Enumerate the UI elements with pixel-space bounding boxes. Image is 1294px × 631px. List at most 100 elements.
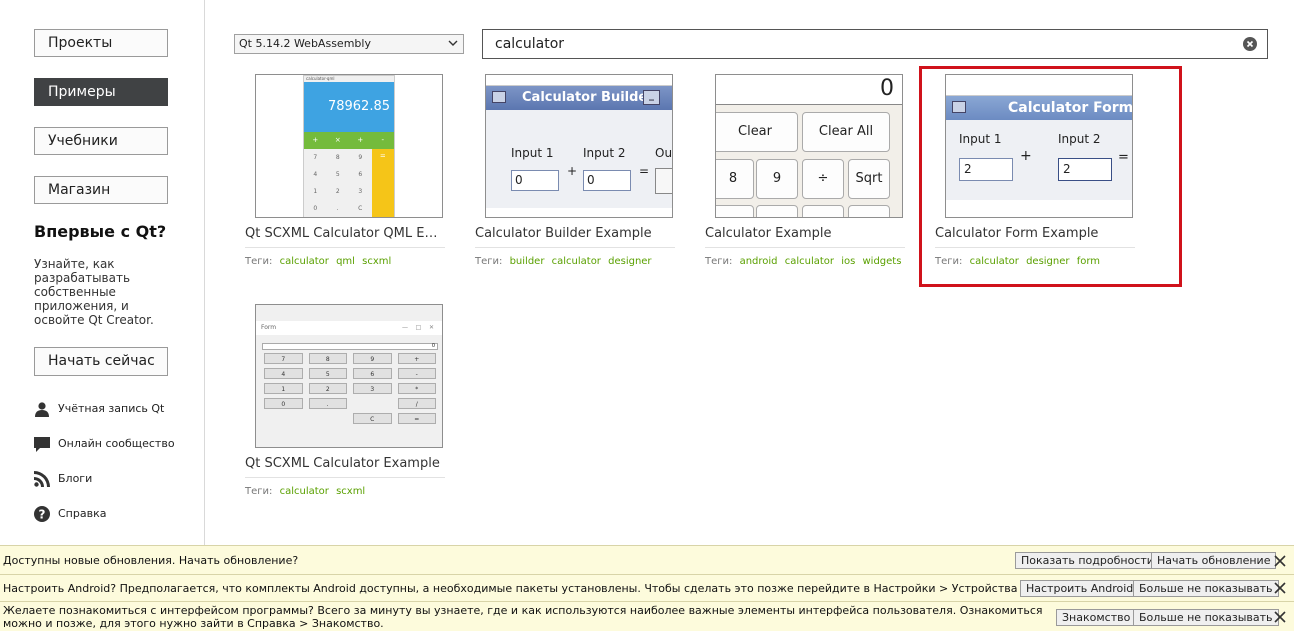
thumb-display: 0 — [262, 343, 438, 350]
help-link[interactable]: ? Справка — [34, 505, 106, 523]
tag-link[interactable]: calculator — [785, 256, 834, 267]
thumb-button: Clear All — [802, 112, 890, 152]
thumb-operator: = — [639, 164, 650, 178]
thumb-op: + — [312, 136, 319, 144]
thumb-key: 6 — [358, 171, 363, 178]
chevron-down-icon — [448, 40, 458, 46]
configure-android-button[interactable]: Настроить Android — [1020, 580, 1140, 597]
thumb-key: 8 — [335, 154, 340, 161]
tag-link[interactable]: android — [740, 256, 778, 267]
thumb-key: 3 — [353, 383, 392, 394]
thumb-op: - — [381, 136, 385, 144]
thumb-key: . — [336, 205, 339, 212]
example-tile-calculator-builder[interactable]: Calculator Builder _ Input 1 Input 2 Out… — [475, 74, 675, 284]
thumb-key: 5 — [335, 171, 340, 178]
nav-tutorials-button[interactable]: Учебники — [34, 127, 168, 155]
qt-version-select[interactable]: Qt 5.14.2 WebAssembly — [234, 34, 464, 54]
get-started-button[interactable]: Начать сейчас — [34, 347, 168, 376]
close-icon[interactable] — [1274, 555, 1286, 567]
thumb-button: Sqrt — [848, 159, 890, 199]
thumb-key: C — [353, 413, 392, 424]
user-icon — [35, 402, 49, 417]
notification-message: Доступны новые обновления. Начать обновл… — [3, 554, 299, 567]
rss-icon — [34, 471, 50, 487]
tag-link[interactable]: designer — [608, 256, 651, 267]
example-tags: Теги: builder calculator designer — [475, 256, 652, 267]
example-title[interactable]: Calculator Example — [705, 226, 905, 248]
tags-label: Теги: — [705, 256, 733, 267]
tag-link[interactable]: ios — [841, 256, 855, 267]
thumb-key: . — [308, 398, 347, 409]
help-icon: ? — [34, 506, 50, 522]
thumb-op: + — [357, 136, 364, 144]
thumb-key — [309, 413, 348, 424]
close-icon[interactable] — [1274, 582, 1286, 594]
nav-projects-button[interactable]: Проекты — [34, 29, 168, 57]
do-not-show-again-button[interactable]: Больше не показывать — [1133, 609, 1279, 626]
online-community-label: Онлайн сообщество — [58, 437, 175, 450]
thumb-display: 0 — [716, 75, 902, 105]
examples-search-input[interactable]: calculator — [482, 29, 1268, 59]
tag-link[interactable]: calculator — [280, 256, 329, 267]
thumb-display: 78962.85 — [304, 82, 394, 132]
thumb-button: 9 — [756, 159, 798, 199]
example-tags: Теги: calculator scxml — [245, 486, 365, 497]
android-notification: Настроить Android? Предполагается, что к… — [0, 574, 1294, 601]
nav-marketplace-button[interactable]: Магазин — [34, 176, 168, 204]
thumb-key: 2 — [308, 383, 347, 394]
thumb-equals-key: = — [371, 149, 394, 217]
close-icon[interactable] — [1274, 611, 1286, 623]
notification-message: Желаете познакомиться с интерфейсом прог… — [3, 604, 1043, 630]
nav-examples-button[interactable]: Примеры — [34, 78, 168, 106]
do-not-show-again-button[interactable]: Больше не показывать — [1133, 580, 1279, 597]
example-tile-scxml-qml[interactable]: calculator-qml 78962.85 + × + - 7 8 9 4 … — [245, 74, 445, 284]
thumb-button: Clear — [716, 112, 798, 152]
example-thumbnail[interactable]: 0 Clear Clear All 8 9 ÷ Sqrt — [715, 74, 903, 218]
thumb-label: Input 1 — [511, 146, 554, 160]
example-tile-calculator[interactable]: 0 Clear Clear All 8 9 ÷ Sqrt Calculator … — [705, 74, 905, 284]
thumb-key: / — [397, 398, 436, 409]
thumb-key — [353, 398, 392, 409]
clear-search-icon[interactable] — [1243, 37, 1257, 51]
tag-link[interactable]: builder — [510, 256, 545, 267]
chat-icon — [34, 437, 50, 452]
example-title[interactable]: Qt SCXML Calculator QML Exa... — [245, 226, 445, 248]
tag-link[interactable]: calculator — [552, 256, 601, 267]
online-community-link[interactable]: Онлайн сообщество — [34, 435, 175, 453]
thumb-window-title: Form — [261, 324, 277, 331]
new-to-qt-description: Узнайте, как разрабатывать собственные п… — [34, 257, 154, 327]
thumb-key: 1 — [313, 188, 318, 195]
example-title[interactable]: Calculator Builder Example — [475, 226, 675, 248]
start-update-button[interactable]: Начать обновление — [1151, 552, 1277, 569]
thumb-key: 8 — [308, 353, 347, 364]
tag-link[interactable]: widgets — [863, 256, 902, 267]
thumb-key: * — [397, 383, 436, 394]
thumb-key: + — [397, 353, 436, 364]
thumb-operator: + — [567, 164, 578, 178]
notification-message: Настроить Android? Предполагается, что к… — [3, 582, 1080, 595]
thumb-key: 0 — [264, 398, 303, 409]
tag-link[interactable]: qml — [336, 256, 355, 267]
blogs-link[interactable]: Блоги — [34, 470, 92, 488]
example-thumbnail[interactable]: Calculator Builder _ Input 1 Input 2 Out… — [485, 74, 673, 218]
show-details-button[interactable]: Показать подробности — [1015, 552, 1160, 569]
thumb-spinbox: 0 — [583, 170, 631, 191]
thumb-label: Out — [655, 146, 673, 160]
example-thumbnail[interactable]: Form — □ ✕ 0 7 8 9 +4 5 6-1 2 3 * 0. / C = — [255, 304, 443, 448]
thumb-key: 4 — [313, 171, 318, 178]
tag-link[interactable]: scxml — [362, 256, 391, 267]
tag-link[interactable]: calculator — [280, 486, 329, 497]
tour-notification: Желаете познакомиться с интерфейсом прог… — [0, 601, 1294, 631]
thumb-key — [264, 413, 303, 424]
svg-text:?: ? — [39, 508, 46, 522]
example-thumbnail[interactable]: calculator-qml 78962.85 + × + - 7 8 9 4 … — [255, 74, 443, 218]
take-tour-button[interactable]: Знакомство — [1056, 609, 1137, 626]
example-tags: Теги: android calculator ios widgets — [705, 256, 901, 267]
example-title[interactable]: Qt SCXML Calculator Example — [245, 456, 445, 478]
tag-link[interactable]: scxml — [336, 486, 365, 497]
example-tile-scxml-calculator[interactable]: Form — □ ✕ 0 7 8 9 +4 5 6-1 2 3 * 0. / C = Qt SCXML … — [245, 304, 445, 514]
updates-notification: Доступны новые обновления. Начать обновл… — [0, 545, 1294, 574]
thumb-key: 9 — [358, 154, 363, 161]
qt-account-link[interactable]: Учётная запись Qt — [34, 400, 164, 418]
thumb-spinbox: 0 — [511, 170, 559, 191]
